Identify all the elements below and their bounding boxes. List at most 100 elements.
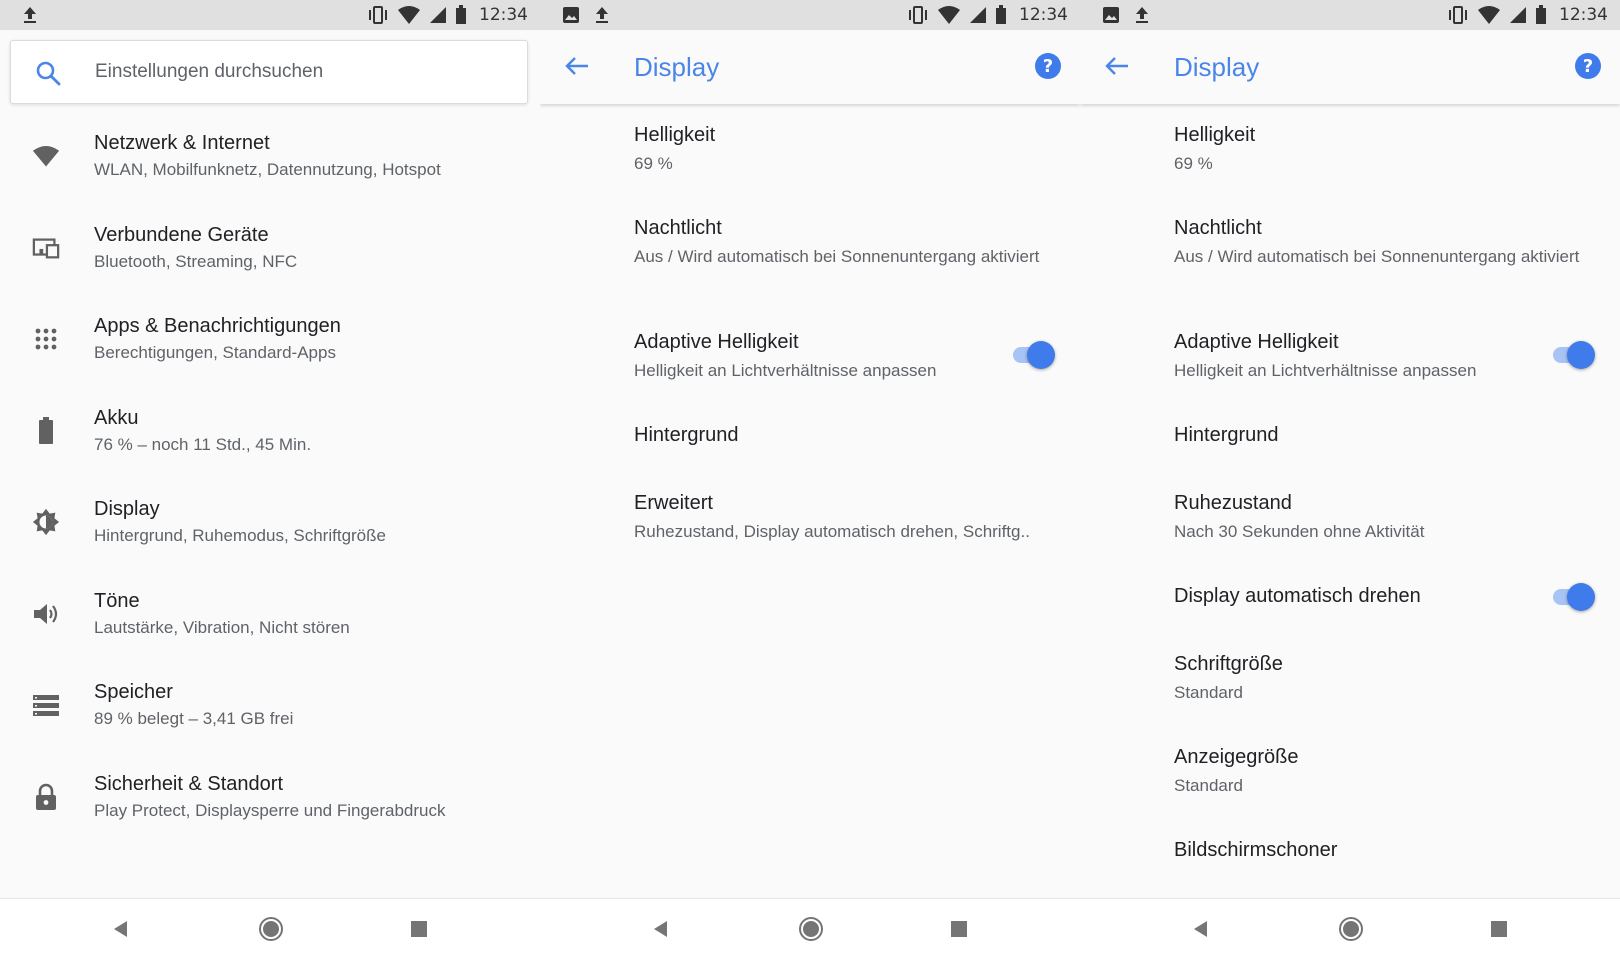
upload-icon <box>596 7 608 23</box>
search-icon <box>36 61 61 86</box>
settings-item-apps[interactable]: Apps & Benachrichtigungen Berechtigungen… <box>0 307 540 377</box>
back-arrow-icon[interactable] <box>564 54 590 78</box>
settings-item-sounds[interactable]: Töne Lautstärke, Vibration, Nicht stören <box>0 582 540 652</box>
nav-recents-icon[interactable] <box>410 920 428 938</box>
status-bar: 12:34 <box>1080 0 1620 30</box>
item-title: Adaptive Helligkeit <box>634 331 799 353</box>
settings-screen: Einstellungen durchsuchen Netzwerk & Int… <box>0 30 540 898</box>
storage-icon <box>33 695 59 716</box>
navigation-bar <box>540 898 1080 960</box>
pref-adaptive-brightness[interactable]: Adaptive Helligkeit Helligkeit an Lichtv… <box>634 331 936 382</box>
nav-recents-icon[interactable] <box>950 920 968 938</box>
help-icon[interactable]: ? <box>1574 52 1602 80</box>
item-title: Verbundene Geräte <box>94 224 269 246</box>
item-subtitle: Ruhezustand, Display automatisch drehen,… <box>634 522 1030 541</box>
item-subtitle: 69 % <box>634 154 673 173</box>
help-icon[interactable]: ? <box>1034 52 1062 80</box>
pref-display-size[interactable]: Anzeigegröße Standard <box>1174 746 1299 797</box>
item-subtitle: WLAN, Mobilfunknetz, Datennutzung, Hotsp… <box>94 160 441 179</box>
item-title: Anzeigegröße <box>1174 746 1299 768</box>
pref-wallpaper[interactable]: Hintergrund <box>1174 424 1279 447</box>
item-title: Bildschirmschoner <box>1174 839 1338 861</box>
item-subtitle: Bluetooth, Streaming, NFC <box>94 252 298 271</box>
vibrate-icon <box>909 6 927 24</box>
item-subtitle: Hintergrund, Ruhemodus, Schriftgröße <box>94 526 386 545</box>
item-subtitle: 69 % <box>1174 154 1213 173</box>
pref-brightness[interactable]: Helligkeit 69 % <box>1174 124 1255 175</box>
item-subtitle: Berechtigungen, Standard-Apps <box>94 343 336 362</box>
pref-advanced[interactable]: Erweitert Ruhezustand, Display automatis… <box>634 492 1030 543</box>
pref-sleep[interactable]: Ruhezustand Nach 30 Sekunden ohne Aktivi… <box>1174 492 1424 543</box>
app-bar: Display ? <box>540 30 1080 104</box>
pref-wallpaper[interactable]: Hintergrund <box>634 424 739 447</box>
vibrate-icon <box>369 6 387 24</box>
item-subtitle: Aus / Wird automatisch bei Sonnenunterga… <box>1174 247 1580 266</box>
item-title: Adaptive Helligkeit <box>1174 331 1339 353</box>
pref-auto-rotate[interactable]: Display automatisch drehen <box>1174 585 1421 608</box>
battery-status-icon <box>996 5 1006 24</box>
settings-item-devices[interactable]: Verbundene Geräte Bluetooth, Streaming, … <box>0 216 540 286</box>
upload-icon <box>1136 7 1148 23</box>
search-bar[interactable]: Einstellungen durchsuchen <box>10 40 528 104</box>
battery-icon <box>39 417 53 444</box>
item-subtitle: Aus / Wird automatisch bei Sonnenunterga… <box>634 247 1040 266</box>
image-icon <box>1103 7 1119 23</box>
display-screen-collapsed: Display ? Helligkeit 69 % Nachtlicht Aus… <box>540 30 1080 898</box>
battery-status-icon <box>456 5 466 24</box>
item-subtitle: Play Protect, Displaysperre und Fingerab… <box>94 801 446 820</box>
settings-item-network[interactable]: Netzwerk & Internet WLAN, Mobilfunknetz,… <box>0 124 540 194</box>
pref-adaptive-brightness[interactable]: Adaptive Helligkeit Helligkeit an Lichtv… <box>1174 331 1476 382</box>
wifi-icon <box>32 145 60 167</box>
pref-font-size[interactable]: Schriftgröße Standard <box>1174 653 1283 704</box>
nav-home-icon[interactable] <box>798 916 824 942</box>
item-title: Netzwerk & Internet <box>94 132 270 154</box>
settings-item-security[interactable]: Sicherheit & Standort Play Protect, Disp… <box>0 765 540 835</box>
status-bar: 12:34 <box>540 0 1080 30</box>
item-title: Sicherheit & Standort <box>94 773 283 795</box>
navigation-bar <box>0 898 540 960</box>
clock: 12:34 <box>479 5 528 25</box>
status-bar: 12:34 <box>0 0 540 30</box>
item-subtitle: Standard <box>1174 683 1243 702</box>
item-title: Display automatisch drehen <box>1174 585 1421 607</box>
pref-screensaver[interactable]: Bildschirmschoner <box>1174 839 1337 862</box>
vibrate-icon <box>1449 6 1467 24</box>
item-title: Hintergrund <box>634 424 739 446</box>
svg-text:?: ? <box>1043 56 1053 77</box>
back-arrow-icon[interactable] <box>1104 54 1130 78</box>
item-title: Speicher <box>94 681 173 703</box>
settings-item-display[interactable]: Display Hintergrund, Ruhemodus, Schriftg… <box>0 490 540 560</box>
auto-rotate-toggle[interactable] <box>1551 581 1595 611</box>
page-title: Display <box>634 52 720 82</box>
nav-recents-icon[interactable] <box>1490 920 1508 938</box>
image-icon <box>563 7 579 23</box>
apps-grid-icon <box>35 328 57 350</box>
item-title: Ruhezustand <box>1174 492 1292 514</box>
nav-back-icon[interactable] <box>651 919 669 939</box>
clock: 12:34 <box>1559 5 1608 25</box>
svg-text:?: ? <box>1583 56 1593 77</box>
item-title: Erweitert <box>634 492 713 514</box>
pref-brightness[interactable]: Helligkeit 69 % <box>634 124 715 175</box>
item-subtitle: 89 % belegt – 3,41 GB frei <box>94 709 294 728</box>
nav-home-icon[interactable] <box>258 916 284 942</box>
settings-item-battery[interactable]: Akku 76 % – noch 11 Std., 45 Min. <box>0 399 540 469</box>
item-title: Apps & Benachrichtigungen <box>94 315 341 337</box>
item-title: Nachtlicht <box>634 217 722 239</box>
item-title: Hintergrund <box>1174 424 1279 446</box>
nav-home-icon[interactable] <box>1338 916 1364 942</box>
brightness-icon <box>32 508 60 536</box>
item-subtitle: Nach 30 Sekunden ohne Aktivität <box>1174 522 1425 541</box>
item-subtitle: Lautstärke, Vibration, Nicht stören <box>94 618 350 637</box>
item-subtitle: 76 % – noch 11 Std., 45 Min. <box>94 435 312 454</box>
adaptive-brightness-toggle[interactable] <box>1011 339 1055 369</box>
devices-icon <box>32 238 60 259</box>
adaptive-brightness-toggle[interactable] <box>1551 339 1595 369</box>
app-bar: Display ? <box>1080 30 1620 104</box>
nav-back-icon[interactable] <box>1191 919 1209 939</box>
pref-night-light[interactable]: Nachtlicht Aus / Wird automatisch bei So… <box>1174 217 1594 268</box>
item-subtitle: Standard <box>1174 776 1243 795</box>
settings-item-storage[interactable]: Speicher 89 % belegt – 3,41 GB frei <box>0 673 540 743</box>
nav-back-icon[interactable] <box>111 919 129 939</box>
pref-night-light[interactable]: Nachtlicht Aus / Wird automatisch bei So… <box>634 217 1054 268</box>
